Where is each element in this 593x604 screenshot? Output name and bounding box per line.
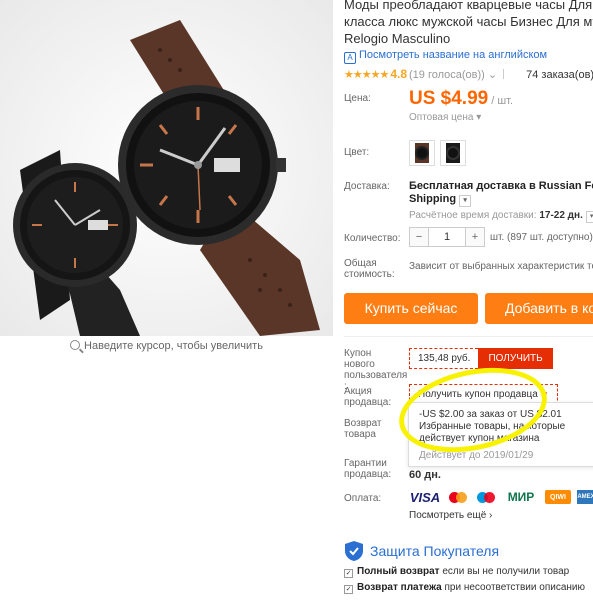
chevron-down-icon[interactable]: ⌄ xyxy=(488,69,497,81)
rating-row: ★★★★★ 4.8 (19 голоса(ов)) ⌄ 74 заказа(ов) xyxy=(344,67,593,81)
price-value-wrap: US $4.99/ шт. xyxy=(409,88,513,110)
translate-link-text[interactable]: Посмотреть название на английском xyxy=(359,49,547,61)
buy-now-button[interactable]: Купить сейчас xyxy=(344,293,478,324)
votes-link[interactable]: (19 голоса(ов)) xyxy=(409,69,485,81)
mir-icon: МИР xyxy=(507,490,535,504)
buyer-protection-heading: Защита Покупателя xyxy=(370,543,500,559)
color-option-brown[interactable] xyxy=(409,140,435,166)
chevron-right-icon[interactable]: › xyxy=(489,510,492,521)
quantity-input[interactable]: 1 xyxy=(428,228,466,246)
bp-line1-rest: если вы не получили товар xyxy=(442,566,570,577)
delivery-time-label: Расчётное время доставки: xyxy=(409,210,537,221)
product-title: Моды преобладают кварцевые часы Для мужч… xyxy=(344,0,593,47)
translate-link[interactable]: A Посмотреть название на английском xyxy=(344,49,593,64)
chevron-down-icon[interactable]: ▼ xyxy=(541,390,549,399)
coupon-amount: 135,48 руб. xyxy=(409,348,479,369)
checkbox-icon: ✓ xyxy=(344,569,353,578)
shipping-method-text[interactable]: Shipping xyxy=(409,193,456,205)
divider xyxy=(344,336,593,337)
buyer-protection-title: Защита Покупателя xyxy=(344,540,593,562)
magnifier-icon xyxy=(70,340,81,350)
seller-coupon-text[interactable]: Получить купон продавца xyxy=(418,389,538,400)
delivery-time-value: 17-22 дн. xyxy=(539,210,583,221)
bp-line2-rest: при несоответствии описанию xyxy=(444,582,586,593)
guarantee-label: Гарантии продавца: xyxy=(344,458,392,480)
chevron-down-icon[interactable]: ▾ xyxy=(476,112,481,123)
bp-full-refund: ✓ Полный возврат если вы не получили това… xyxy=(344,566,593,578)
wholesale-text[interactable]: Оптовая цена xyxy=(409,112,473,123)
returns-label: Возврат товара xyxy=(344,418,382,440)
amex-icon: AMEX xyxy=(577,490,593,504)
divider xyxy=(503,69,505,79)
guarantee-value: 60 дн. xyxy=(409,469,441,481)
seller-coupon-popup: -US $2.00 за заказ от US $2.01 Избранные… xyxy=(408,402,593,467)
checkbox-icon: ✓ xyxy=(344,585,353,594)
rating-value: 4.8 xyxy=(390,67,407,81)
shipping-method[interactable]: Бесплатная доставка в Russian Federation xyxy=(409,180,593,193)
bp-payment-return: ✓ Возврат платежа при несоответствии опис… xyxy=(344,582,593,594)
total-label: Общая стоимость: xyxy=(344,258,395,280)
color-label: Цвет: xyxy=(344,147,370,158)
qiwi-icon: QIWI xyxy=(545,490,571,504)
price-value: US $4.99 xyxy=(409,88,489,109)
price-label: Цена: xyxy=(344,93,371,104)
payment-methods: VISA МИР QIWI AMEX WU Посмотреть ещё › xyxy=(409,490,593,521)
coupon-expiry: Действует до 2019/01/29 xyxy=(419,450,534,461)
mastercard-icon xyxy=(447,490,469,504)
get-coupon-button[interactable]: ПОЛУЧИТЬ xyxy=(478,348,553,369)
buyer-protection: Защита Покупателя ✓ Полный возврат если в… xyxy=(344,540,593,594)
seller-promo-label: Акция продавца: xyxy=(344,386,392,408)
quantity-stepper[interactable]: − 1 + xyxy=(409,227,485,247)
quantity-increase-button[interactable]: + xyxy=(466,228,484,246)
delivery-time: Расчётное время доставки: 17-22 дн. ▾ xyxy=(409,210,593,223)
title-line-2: класса люкс мужской часы Бизнес Для мужч… xyxy=(344,14,593,29)
payment-label: Оплата: xyxy=(344,493,382,504)
color-options xyxy=(409,140,471,169)
title-line-1: Моды преобладают кварцевые часы Для мужч xyxy=(344,0,593,12)
shield-icon xyxy=(345,541,363,561)
coupon-desc-line1: Избранные товары, на которые xyxy=(419,421,566,432)
translate-icon: A xyxy=(344,52,356,64)
bp-line1-bold: Полный возврат xyxy=(357,566,440,577)
maestro-icon xyxy=(475,490,497,504)
shipping-info[interactable]: Бесплатная доставка в Russian Federation… xyxy=(409,180,593,223)
zoom-hint-text: Наведите курсор, чтобы увеличить xyxy=(84,340,263,352)
visa-icon: VISA xyxy=(409,489,441,505)
price-unit: / шт. xyxy=(491,95,514,107)
wholesale-price-link[interactable]: Оптовая цена ▾ xyxy=(409,112,481,123)
add-to-cart-button[interactable]: Добавить в корзину xyxy=(485,293,593,324)
coupon-desc-line2: действует купон магазина xyxy=(419,433,540,444)
zoom-hint: Наведите курсор, чтобы увеличить xyxy=(0,340,333,352)
shipping-method-line2[interactable]: Shipping ▾ xyxy=(409,193,593,207)
title-line-3: Relogio Masculino xyxy=(344,31,451,46)
quantity-label: Количество: xyxy=(344,233,401,244)
quantity-decrease-button[interactable]: − xyxy=(410,228,428,246)
coupon-offer[interactable]: -US $2.00 за заказ от US $2.01 xyxy=(419,409,587,421)
rating-stars-icon[interactable]: ★★★★★ xyxy=(344,69,389,81)
quantity-stepper-wrap: − 1 + шт. (897 шт. доступно) xyxy=(409,227,593,247)
bp-line2-bold: Возврат платежа xyxy=(357,582,442,593)
new-user-coupon: 135,48 руб. ПОЛУЧИТЬ xyxy=(409,348,553,369)
product-info: Моды преобладают кварцевые часы Для мужч… xyxy=(344,0,593,604)
orders-count: 74 заказа(ов) xyxy=(526,69,593,81)
shipping-label: Доставка: xyxy=(344,181,390,192)
quantity-available: шт. (897 шт. доступно) xyxy=(490,231,593,243)
payment-more-text[interactable]: Посмотреть ещё xyxy=(409,510,486,521)
product-main-image[interactable] xyxy=(0,0,333,336)
color-option-black[interactable] xyxy=(440,140,466,166)
chevron-down-icon[interactable]: ▾ xyxy=(459,195,472,207)
payment-icons: VISA МИР QIWI AMEX WU xyxy=(409,489,593,505)
payment-more-link[interactable]: Посмотреть ещё › xyxy=(409,510,593,521)
total-value: Зависит от выбранных характеристик това xyxy=(409,261,593,272)
chevron-down-icon[interactable]: ▾ xyxy=(585,211,593,223)
